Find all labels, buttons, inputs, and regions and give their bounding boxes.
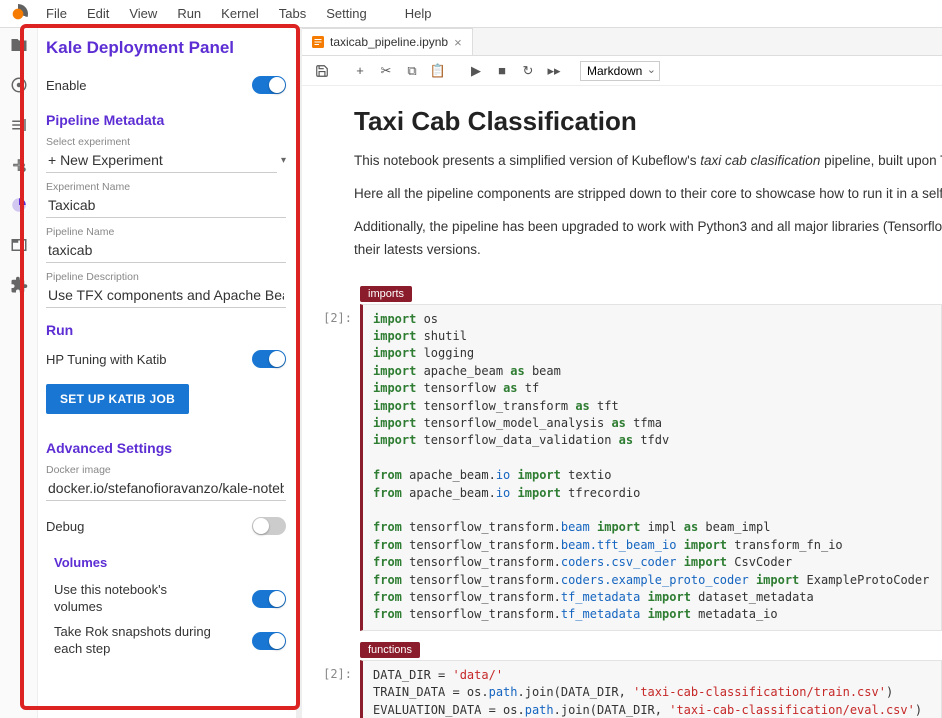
activity-bar	[0, 28, 38, 718]
menu-kernel[interactable]: Kernel	[211, 4, 269, 23]
notebook-paragraph: This notebook presents a simplified vers…	[354, 151, 942, 172]
notebook-paragraph: their latests versions.	[354, 240, 942, 261]
cell-type-select[interactable]: Markdown	[580, 61, 660, 81]
hp-tuning-label: HP Tuning with Katib	[46, 352, 166, 367]
menu-run[interactable]: Run	[167, 4, 211, 23]
volumes-heading: Volumes	[54, 555, 286, 570]
add-cell-icon[interactable]: +	[348, 60, 372, 82]
experiment-name-label: Experiment Name	[46, 181, 286, 193]
restart-icon[interactable]: ↻	[516, 60, 540, 82]
enable-label: Enable	[46, 78, 86, 93]
select-experiment[interactable]	[46, 148, 277, 173]
kale-tag-badge: imports	[360, 286, 412, 302]
run-icon[interactable]: ▶	[464, 60, 488, 82]
menu-file[interactable]: File	[36, 4, 77, 23]
run-all-icon[interactable]: ▸▸	[542, 60, 566, 82]
notebook-icon	[312, 36, 324, 48]
notebook-heading: Taxi Cab Classification	[354, 106, 942, 137]
run-heading: Run	[46, 322, 286, 338]
code-cell[interactable]: [2]: imports import os import shutil imp…	[312, 285, 942, 631]
menubar: File Edit View Run Kernel Tabs Setting H…	[0, 0, 942, 28]
kale-panel: Kale Deployment Panel Enable Pipeline Me…	[38, 28, 296, 718]
docker-image-input[interactable]	[46, 476, 286, 501]
commands-icon[interactable]	[8, 154, 30, 176]
pipeline-metadata-heading: Pipeline Metadata	[46, 112, 286, 128]
jupyter-logo	[8, 4, 28, 24]
kale-tag-badge: functions	[360, 642, 420, 658]
docker-image-label: Docker image	[46, 464, 286, 476]
select-experiment-label: Select experiment	[46, 136, 286, 148]
cut-icon[interactable]: ✂	[374, 60, 398, 82]
pipeline-desc-label: Pipeline Description	[46, 271, 286, 283]
code-cell[interactable]: [2]: functions DATA_DIR = 'data/' TRAIN_…	[312, 641, 942, 718]
volumes-use-notebook-label: Use this notebook's volumes	[54, 582, 214, 616]
close-icon[interactable]: ×	[454, 35, 462, 50]
pipeline-desc-input[interactable]	[46, 283, 286, 308]
code-block[interactable]: import os import shutil import logging i…	[360, 304, 942, 631]
notebook-tab[interactable]: taxicab_pipeline.ipynb ×	[302, 28, 473, 55]
extension-icon[interactable]	[8, 274, 30, 296]
kale-title: Kale Deployment Panel	[46, 38, 286, 58]
experiment-name-input[interactable]	[46, 193, 286, 218]
pipeline-name-input[interactable]	[46, 238, 286, 263]
tab-title: taxicab_pipeline.ipynb	[330, 35, 448, 49]
volumes-rok-snapshot-toggle[interactable]	[252, 632, 286, 650]
execution-count: [2]:	[312, 285, 360, 631]
git-icon[interactable]	[8, 114, 30, 136]
code-block[interactable]: DATA_DIR = 'data/' TRAIN_DATA = os.path.…	[360, 660, 942, 718]
menu-edit[interactable]: Edit	[77, 4, 119, 23]
notebook-body[interactable]: Taxi Cab Classification This notebook pr…	[302, 86, 942, 718]
menu-settings[interactable]: Setting	[316, 4, 376, 23]
enable-toggle[interactable]	[252, 76, 286, 94]
execution-count: [2]:	[312, 641, 360, 718]
advanced-heading: Advanced Settings	[46, 440, 286, 456]
pipeline-name-label: Pipeline Name	[46, 226, 286, 238]
notebook-paragraph: Here all the pipeline components are str…	[354, 184, 942, 205]
setup-katib-button[interactable]: SET UP KATIB JOB	[46, 384, 189, 414]
menu-help[interactable]: Help	[395, 4, 442, 23]
running-icon[interactable]	[8, 74, 30, 96]
tabs-icon[interactable]	[8, 234, 30, 256]
notebook-toolbar: + ✂ ⧉ 📋 ▶ ■ ↻ ▸▸ Markdown	[302, 56, 942, 86]
menu-view[interactable]: View	[119, 4, 167, 23]
kubeflow-icon[interactable]	[8, 194, 30, 216]
volumes-rok-snapshot-label: Take Rok snapshots during each step	[54, 624, 214, 658]
paste-icon[interactable]: 📋	[426, 60, 450, 82]
tab-bar: taxicab_pipeline.ipynb ×	[302, 28, 942, 56]
notebook-area: taxicab_pipeline.ipynb × + ✂ ⧉ 📋 ▶ ■ ↻ ▸…	[302, 28, 942, 718]
notebook-paragraph: Additionally, the pipeline has been upgr…	[354, 217, 942, 238]
debug-label: Debug	[46, 519, 84, 534]
hp-tuning-toggle[interactable]	[252, 350, 286, 368]
menu-tabs[interactable]: Tabs	[269, 4, 316, 23]
copy-icon[interactable]: ⧉	[400, 60, 424, 82]
debug-toggle[interactable]	[252, 517, 286, 535]
stop-icon[interactable]: ■	[490, 60, 514, 82]
folder-icon[interactable]	[8, 34, 30, 56]
markdown-cell[interactable]: Taxi Cab Classification This notebook pr…	[312, 106, 942, 285]
chevron-down-icon[interactable]: ▾	[277, 155, 286, 166]
save-icon[interactable]	[310, 60, 334, 82]
volumes-use-notebook-toggle[interactable]	[252, 590, 286, 608]
